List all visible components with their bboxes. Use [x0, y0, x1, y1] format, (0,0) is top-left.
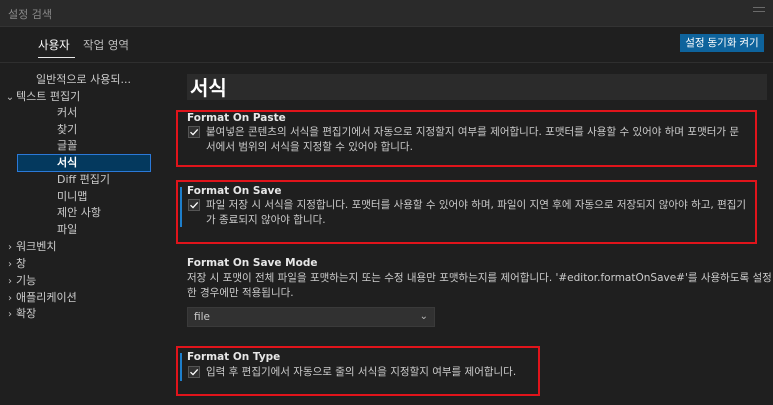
- tree-item-label: 확장: [16, 307, 37, 320]
- check-icon: [190, 201, 199, 209]
- filter-icon[interactable]: [753, 7, 765, 17]
- tree-item-label: Diff 편집기: [57, 173, 110, 186]
- dropdown-value: file: [194, 311, 210, 323]
- tree-item-label: 파일: [57, 223, 78, 236]
- tree-item-label: 찾기: [57, 123, 78, 136]
- tree-item[interactable]: 제안 사항: [0, 205, 150, 221]
- setting-desc-save-mode-line1: 저장 시 포맷이 전체 파일을 포맷하는지 또는 수정 내용만 포맷하는지를 제…: [187, 272, 772, 284]
- tree-item-label: 워크벤치: [16, 240, 57, 253]
- tab-workspace[interactable]: 작업 영역: [83, 37, 129, 53]
- tree-item[interactable]: 글꼴: [0, 138, 150, 154]
- chevron-right-icon: ›: [8, 259, 12, 270]
- tree-item-label: 애플리케이션: [16, 291, 77, 304]
- tree-item[interactable]: 파일: [0, 222, 150, 238]
- setting-title-save: Format On Save: [187, 185, 282, 197]
- tree-item[interactable]: › 기능: [0, 273, 150, 289]
- settings-sync-button[interactable]: 설정 동기화 켜기: [680, 34, 764, 52]
- setting-title-paste: Format On Paste: [187, 112, 286, 124]
- chevron-right-icon: ›: [8, 276, 12, 287]
- tree-item[interactable]: Diff 편집기: [0, 172, 150, 188]
- tree-item[interactable]: 커서: [0, 105, 150, 121]
- setting-desc-save-line2: 가 종료되지 않아야 합니다.: [206, 214, 326, 226]
- setting-desc-save-mode-line2: 한 경우에만 적용됩니다.: [187, 287, 294, 299]
- tab-user[interactable]: 사용자: [38, 37, 70, 53]
- checkbox-format-on-type[interactable]: [188, 366, 200, 378]
- section-title: 서식: [190, 76, 227, 100]
- setting-desc-type-line1: 입력 후 편집기에서 자동으로 줄의 서식을 지정할지 여부를 제어합니다.: [206, 366, 517, 378]
- format-on-save-mode-dropdown[interactable]: file ⌄: [187, 307, 435, 327]
- tree-item[interactable]: 서식: [17, 154, 151, 172]
- check-icon: [190, 128, 199, 136]
- tree-item-label: 기능: [16, 274, 37, 287]
- tree-item[interactable]: › 애플리케이션: [0, 290, 150, 306]
- search-input[interactable]: 설정 검색: [8, 6, 52, 22]
- tree-item-label: 창: [16, 257, 27, 270]
- active-tab-indicator: [38, 57, 75, 58]
- checkbox-format-on-save[interactable]: [188, 199, 200, 211]
- tree-item-label: 텍스트 편집기: [16, 90, 81, 103]
- tree-item[interactable]: › 확장: [0, 306, 150, 322]
- section-heading-bg: [187, 74, 767, 100]
- settings-search-bar[interactable]: 설정 검색: [0, 0, 773, 27]
- focus-indicator-type: [180, 353, 182, 381]
- tree-item-label: 미니맵: [57, 190, 88, 203]
- tree-item-label: 서식: [57, 156, 78, 169]
- checkbox-format-on-paste[interactable]: [188, 126, 200, 138]
- chevron-down-icon: ⌄: [419, 311, 428, 322]
- check-icon: [190, 368, 199, 376]
- setting-title-type: Format On Type: [187, 351, 281, 363]
- setting-desc-save-line1: 파일 저장 시 서식을 지정합니다. 포맷터를 사용할 수 있어야 하며, 파일…: [206, 199, 747, 211]
- setting-desc-paste-line1: 붙여넣은 콘텐츠의 서식을 편집기에서 자동으로 지정할지 여부를 제어합니다.…: [206, 126, 740, 138]
- tabs-divider: [0, 62, 773, 63]
- tree-item[interactable]: › 창: [0, 256, 150, 272]
- tree-item[interactable]: 일반적으로 사용되...: [0, 72, 150, 88]
- tree-item[interactable]: ⌄ 텍스트 편집기: [0, 89, 150, 105]
- focus-indicator-save: [180, 187, 182, 227]
- chevron-right-icon: ›: [8, 293, 12, 304]
- tree-item[interactable]: › 워크벤치: [0, 239, 150, 255]
- chevron-down-icon: ⌄: [5, 92, 15, 103]
- setting-title-save-mode: Format On Save Mode: [187, 257, 318, 269]
- tree-item-label: 글꼴: [57, 139, 78, 152]
- tree-item[interactable]: 찾기: [0, 122, 150, 138]
- chevron-right-icon: ›: [8, 242, 12, 253]
- setting-desc-paste-line2: 서에서 범위의 서식을 지정할 수 있어야 합니다.: [206, 141, 413, 153]
- tree-item-label: 커서: [57, 106, 78, 119]
- chevron-right-icon: ›: [8, 309, 12, 320]
- tree-item-label: 제안 사항: [57, 206, 101, 219]
- tree-item[interactable]: 미니맵: [0, 189, 150, 205]
- tree-item-label: 일반적으로 사용되...: [36, 73, 131, 86]
